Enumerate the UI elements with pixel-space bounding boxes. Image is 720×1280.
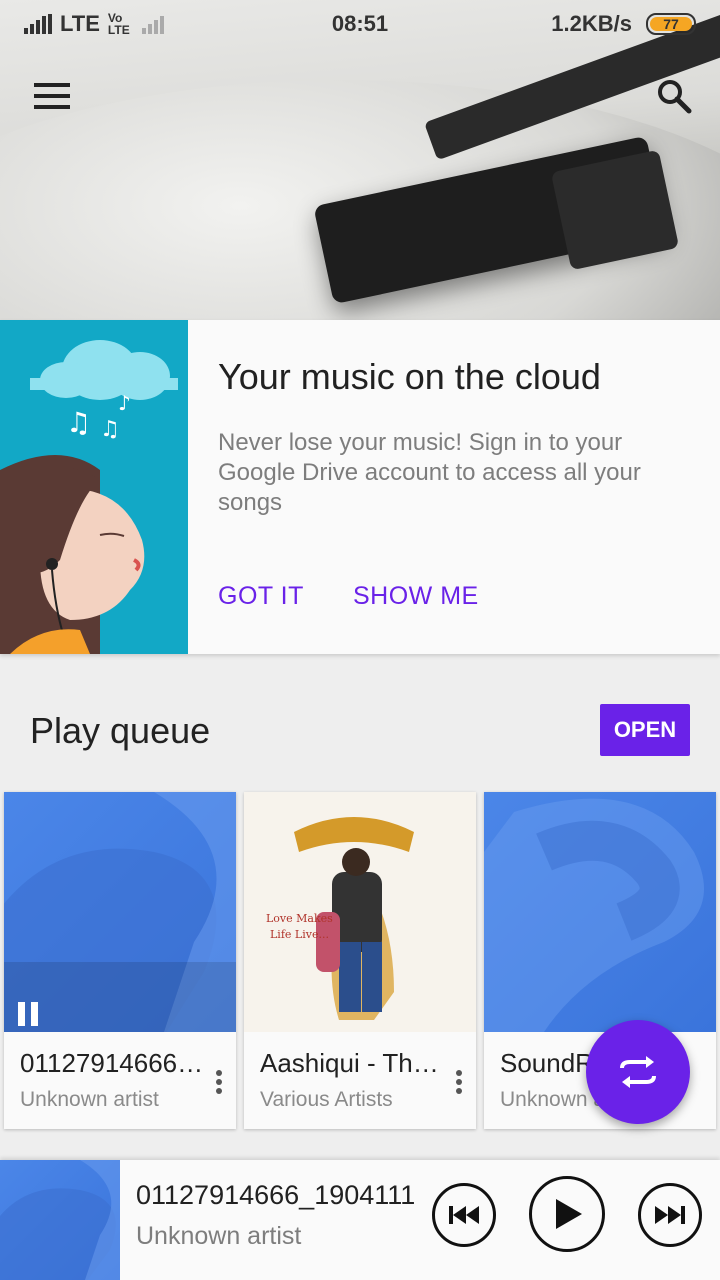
mini-player[interactable]: 01127914666_190411190421 Unknown artist (0, 1160, 720, 1280)
queue-card[interactable]: 01127914666_190411190421.amr Unknown art… (4, 792, 236, 1129)
battery-level: 77 (663, 16, 679, 32)
previous-button[interactable] (432, 1183, 496, 1247)
svg-text:Love Makes: Love Makes (266, 912, 333, 925)
now-playing-artist: Unknown artist (136, 1222, 302, 1250)
clock: 08:51 (331, 11, 389, 36)
svg-text:♫: ♫ (100, 417, 120, 442)
now-playing-title: 01127914666_190411190421 (136, 1180, 416, 1210)
svg-text:Life Live...: Life Live... (270, 928, 329, 941)
shuffle-fab[interactable] (586, 1020, 690, 1124)
search-button[interactable] (646, 68, 702, 124)
song-title: 01127914666_190411190421.amr (20, 1048, 205, 1078)
play-button[interactable] (529, 1176, 605, 1252)
svg-text:♫: ♫ (66, 406, 91, 439)
album-art: Love Makes Life Live... (244, 792, 476, 1032)
queue-card[interactable]: Love Makes Life Live... Aashiqui - The L… (244, 792, 476, 1129)
skip-previous-icon (449, 1206, 479, 1224)
song-artist: Unknown artist (20, 1088, 159, 1111)
song-title: Aashiqui - The Love Story (260, 1048, 445, 1078)
header-image (0, 0, 720, 320)
more-options-icon[interactable] (452, 1070, 466, 1094)
got-it-button[interactable]: GOT IT (218, 582, 304, 611)
cloud-card-title: Your music on the cloud (218, 356, 601, 397)
open-queue-button[interactable]: OPEN (600, 704, 690, 756)
cloud-card-body: Never lose your music! Sign in to your G… (218, 429, 641, 516)
menu-button[interactable] (24, 68, 80, 124)
show-me-button[interactable]: SHOW ME (353, 582, 479, 611)
cloud-promo-card: ♫ ♪ ♫ Your music on the cloud Never lose… (0, 320, 720, 654)
repeat-icon (620, 1056, 656, 1088)
svg-text:♪: ♪ (118, 391, 131, 415)
play-queue-title: Play queue (30, 710, 211, 751)
play-icon (556, 1199, 582, 1229)
more-options-icon[interactable] (212, 1070, 226, 1094)
song-artist: Various Artists (260, 1088, 393, 1111)
album-art (484, 792, 716, 1032)
pause-icon (18, 1002, 38, 1026)
status-bar: LTE Vo LTE 08:51 1.2KB/s 77 (0, 0, 720, 48)
now-playing-art (0, 1160, 120, 1280)
hamburger-icon (34, 83, 70, 109)
skip-next-icon (655, 1206, 685, 1224)
battery-icon: 77 (646, 13, 696, 35)
next-button[interactable] (638, 1183, 702, 1247)
album-art (4, 792, 236, 1032)
search-icon (658, 80, 692, 114)
listening-illustration: ♫ ♪ ♫ (0, 320, 188, 654)
